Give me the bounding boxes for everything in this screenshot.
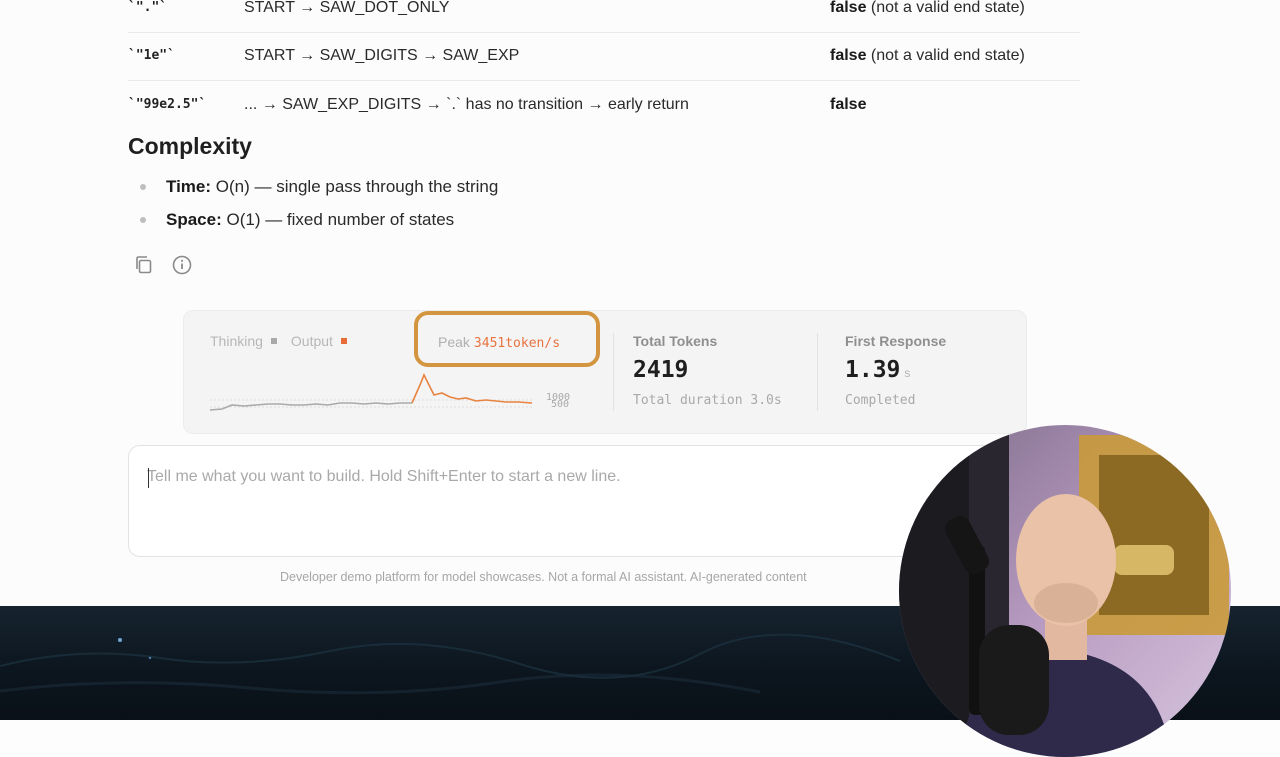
disclaimer-text: Developer demo platform for model showca… <box>280 570 807 584</box>
trace-cell: START → SAW_DOT_ONLY <box>244 0 450 16</box>
list-item: Time: O(n) — single pass through the str… <box>138 170 498 203</box>
legend-thinking-label: Thinking <box>210 333 263 349</box>
text-caret <box>148 468 149 488</box>
input-cell: `"99e2.5"` <box>128 97 207 112</box>
result-value: false <box>830 47 867 64</box>
peak-value: 3451token/s <box>473 336 561 351</box>
divider <box>817 333 818 411</box>
first-response-unit: s <box>904 366 911 380</box>
result-value: false <box>830 96 867 113</box>
legend-output-label: Output <box>290 333 333 349</box>
peak-label: Peak <box>438 334 470 350</box>
info-button[interactable] <box>170 253 194 277</box>
first-response-value: 1.39 s <box>845 357 910 383</box>
result-value: false <box>830 0 867 16</box>
result-note: (not a valid end state) <box>870 47 1025 64</box>
presenter-video <box>899 425 1231 757</box>
legend-output-swatch <box>340 338 347 345</box>
peak-highlight: Peak 3451token/s <box>414 311 600 367</box>
first-response-status: Completed <box>845 393 916 408</box>
total-tokens-value: 2419 <box>633 357 689 383</box>
info-icon <box>172 255 192 275</box>
result-cell: false <box>830 81 866 129</box>
peak-rate: Peak 3451token/s <box>438 334 560 351</box>
complexity-heading: Complexity <box>128 133 252 159</box>
copy-button[interactable] <box>132 253 156 277</box>
table-row: `"1e"` START → SAW_DIGITS → SAW_EXP fals… <box>128 32 1080 81</box>
generation-stats-card: Thinking Output Peak 3451token/s 1000 500 … <box>183 310 1027 434</box>
result-cell: false (not a valid end state) <box>830 0 1025 32</box>
input-cell: `"1e"` <box>128 48 175 63</box>
first-response-number: 1.39 <box>845 357 901 383</box>
item-text: O(n) — single pass through the string <box>215 177 499 196</box>
list-item: Space: O(1) — fixed number of states <box>138 203 498 236</box>
throughput-sparkline: 1000 500 <box>209 373 570 411</box>
axis-tick-500: 500 <box>551 399 569 410</box>
table-row: `"."` START → SAW_DOT_ONLY false (not a … <box>128 0 1080 33</box>
table-row: `"99e2.5"` ... → SAW_EXP_DIGITS → `.` ha… <box>128 81 1080 129</box>
total-tokens-label: Total Tokens <box>633 333 718 349</box>
input-cell: `"."` <box>128 0 168 15</box>
item-label: Space: <box>166 210 222 229</box>
output-line <box>411 373 533 404</box>
first-response-label: First Response <box>845 333 947 349</box>
divider <box>613 333 614 411</box>
item-label: Time: <box>166 177 212 196</box>
trace-cell: ... → SAW_EXP_DIGITS → `.` has no transi… <box>244 96 689 113</box>
chart-legend: Thinking Output <box>210 333 361 349</box>
result-cell: false (not a valid end state) <box>830 32 1025 80</box>
result-note: (not a valid end state) <box>870 0 1025 16</box>
copy-icon <box>136 256 152 274</box>
complexity-list: Time: O(n) — single pass through the str… <box>138 170 498 236</box>
webcam-overlay <box>899 425 1231 757</box>
item-text: O(1) — fixed number of states <box>226 210 455 229</box>
total-duration: Total duration 3.0s <box>633 393 782 408</box>
legend-thinking-swatch <box>270 338 277 345</box>
trace-cell: START → SAW_DIGITS → SAW_EXP <box>244 47 520 64</box>
